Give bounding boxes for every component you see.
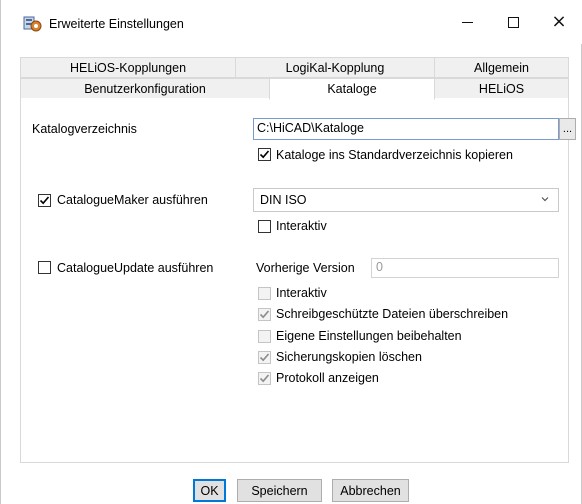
maximize-button[interactable] [490, 0, 536, 44]
checkmark-icon [259, 150, 270, 159]
keep-settings-label: Eigene Einstellungen beibehalten [276, 329, 462, 343]
close-button[interactable]: × [536, 0, 582, 44]
dialog-window: Erweiterte Einstellungen × HELiOS-Kopplu… [0, 0, 582, 504]
tab-label: HELiOS [478, 81, 525, 96]
update-interactive-checkbox[interactable] [258, 287, 271, 300]
maker-interactive-label: Interaktiv [276, 219, 327, 233]
catalog-standard-select[interactable]: DIN ISO [253, 188, 559, 212]
minimize-button[interactable] [444, 0, 490, 44]
tab-label: Kataloge [327, 82, 377, 96]
prev-version-label: Vorherige Version [256, 261, 355, 275]
tab-helios-kopplungen[interactable]: HELiOS-Kopplungen [20, 57, 236, 78]
checkmark-icon [259, 310, 270, 319]
tab-allgemein[interactable]: Allgemein [434, 57, 569, 78]
tab-page-kataloge: Katalogverzeichnis C:\HiCAD\Kataloge ...… [20, 98, 576, 463]
tab-label: Benutzerkonfiguration [84, 81, 206, 96]
prev-version-input[interactable]: 0 [371, 258, 559, 278]
checkmark-icon [259, 374, 270, 383]
catalogueupdate-label: CatalogueUpdate ausführen [57, 261, 214, 275]
cataloguemaker-checkbox[interactable] [38, 194, 51, 207]
tab-helios[interactable]: HELiOS [434, 78, 569, 99]
minimize-icon [461, 21, 473, 23]
delete-backups-label: Sicherungskopien löschen [276, 350, 422, 364]
select-value: DIN ISO [260, 193, 307, 207]
tab-kataloge[interactable]: Kataloge [269, 78, 435, 100]
cataloguemaker-label: CatalogueMaker ausführen [57, 193, 208, 207]
checkmark-icon [259, 353, 270, 362]
delete-backups-checkbox[interactable] [258, 351, 271, 364]
checkmark-icon [39, 196, 50, 205]
tab-benutzerkonfiguration[interactable]: Benutzerkonfiguration [20, 78, 270, 99]
catalog-dir-label: Katalogverzeichnis [32, 122, 137, 136]
close-icon: × [551, 11, 567, 32]
overwrite-readonly-label: Schreibgeschützte Dateien überschreiben [276, 307, 509, 321]
tab-logikal-kopplung[interactable]: LogiKal-Kopplung [235, 57, 435, 78]
tab-label: Allgemein [474, 60, 529, 75]
ok-button-label: OK [200, 483, 219, 498]
copy-catalogs-label: Kataloge ins Standardverzeichnis kopiere… [276, 148, 513, 162]
browse-button[interactable]: ... [559, 118, 576, 140]
maximize-icon [507, 16, 519, 28]
save-button[interactable]: Speichern [237, 479, 322, 502]
save-button-label: Speichern [251, 483, 308, 498]
copy-catalogs-checkbox[interactable] [258, 148, 271, 161]
maker-interactive-checkbox[interactable] [258, 220, 271, 233]
catalogueupdate-checkbox[interactable] [38, 261, 51, 274]
show-log-checkbox[interactable] [258, 372, 271, 385]
catalog-dir-input[interactable]: C:\HiCAD\Kataloge [253, 118, 559, 140]
tab-label: LogiKal-Kopplung [285, 60, 385, 75]
update-interactive-label: Interaktiv [276, 286, 327, 300]
keep-settings-checkbox[interactable] [258, 330, 271, 343]
chevron-down-icon [541, 197, 549, 202]
cancel-button[interactable]: Abbrechen [332, 479, 409, 502]
cancel-button-label: Abbrechen [340, 483, 401, 498]
window-title: Erweiterte Einstellungen [49, 17, 184, 31]
settings-app-icon [23, 15, 43, 33]
ok-button[interactable]: OK [193, 479, 226, 502]
show-log-label: Protokoll anzeigen [276, 371, 379, 385]
title-bar: Erweiterte Einstellungen × [1, 0, 582, 44]
overwrite-readonly-checkbox[interactable] [258, 308, 271, 321]
tab-label: HELiOS-Kopplungen [69, 60, 187, 75]
